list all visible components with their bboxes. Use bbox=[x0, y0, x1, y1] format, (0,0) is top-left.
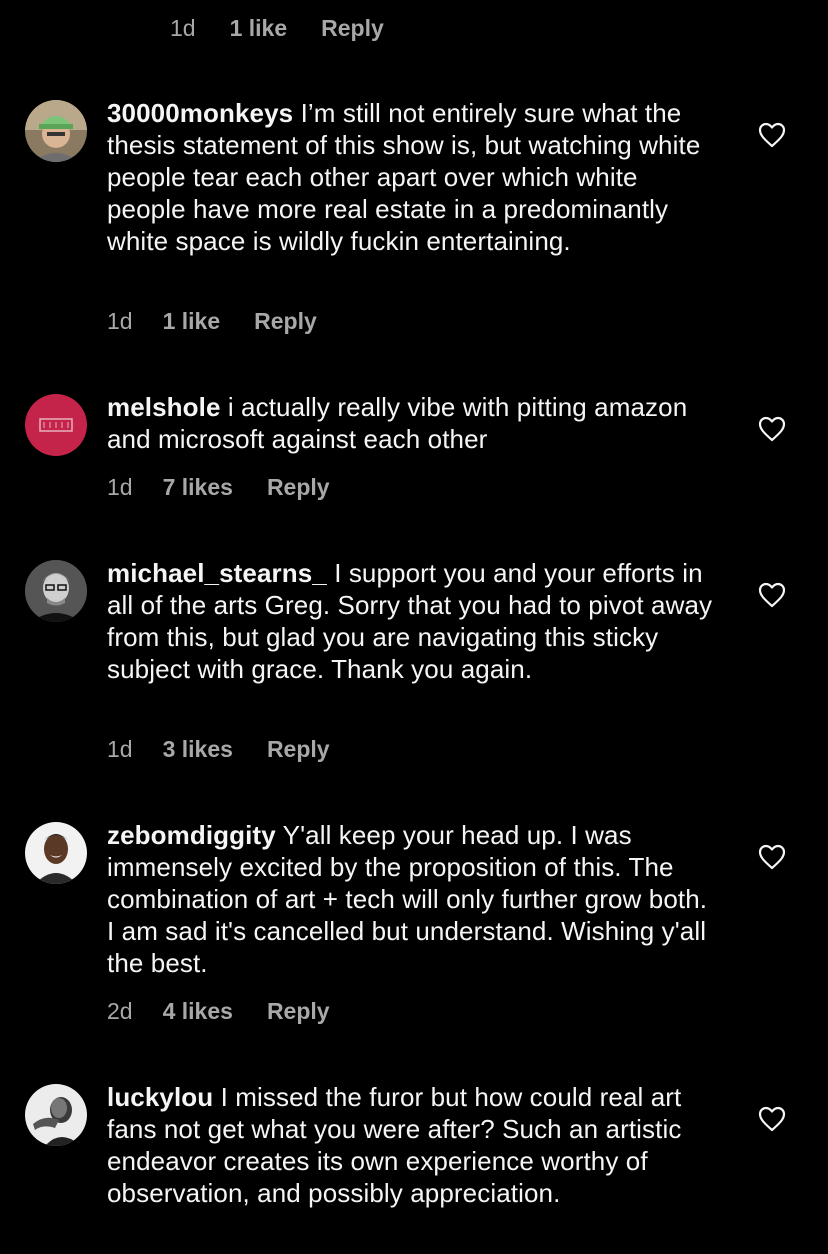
avatar[interactable] bbox=[25, 100, 87, 162]
comment-body: zebomdiggity Y'all keep your head up. I … bbox=[107, 819, 717, 979]
comment-body: melshole i actually really vibe with pit… bbox=[107, 391, 717, 455]
comment-timestamp: 1d bbox=[107, 473, 133, 500]
like-heart-icon[interactable] bbox=[758, 844, 786, 870]
comment-likes-count[interactable]: 7 likes bbox=[163, 474, 233, 501]
comment-meta: 1d 7 likes Reply bbox=[107, 472, 330, 502]
previous-comment-meta: 1d 1 like Reply bbox=[170, 8, 384, 48]
like-heart-icon[interactable] bbox=[758, 582, 786, 608]
like-heart-icon[interactable] bbox=[758, 416, 786, 442]
reply-button[interactable]: Reply bbox=[321, 15, 384, 42]
comment-timestamp: 1d bbox=[107, 735, 133, 762]
reply-button[interactable]: Reply bbox=[267, 998, 330, 1025]
comment-timestamp: 2d bbox=[107, 997, 133, 1024]
user-avatar-icon bbox=[25, 100, 87, 162]
comment-likes-count[interactable]: 4 likes bbox=[163, 998, 233, 1025]
comment-meta: 2d 4 likes Reply bbox=[107, 996, 330, 1026]
like-heart-icon[interactable] bbox=[758, 122, 786, 148]
avatar[interactable] bbox=[25, 394, 87, 456]
comment-username[interactable]: zebomdiggity bbox=[107, 820, 276, 850]
reply-button[interactable]: Reply bbox=[267, 474, 330, 501]
reply-button[interactable]: Reply bbox=[254, 308, 317, 335]
user-avatar-icon bbox=[25, 560, 87, 622]
comment-likes-count[interactable]: 1 like bbox=[163, 308, 221, 335]
user-avatar-icon bbox=[25, 1084, 87, 1146]
comment-meta: 1d 3 likes Reply bbox=[107, 734, 330, 764]
avatar[interactable] bbox=[25, 560, 87, 622]
comment-meta: 1d 1 like Reply bbox=[107, 306, 317, 336]
comment-username[interactable]: michael_stearns_ bbox=[107, 558, 327, 588]
comment-timestamp: 1d bbox=[170, 14, 196, 41]
comment-body: 30000monkeys I’m still not entirely sure… bbox=[107, 97, 717, 257]
comment-username[interactable]: melshole bbox=[107, 392, 221, 422]
comment-username[interactable]: luckylou bbox=[107, 1082, 213, 1112]
comment-likes-count[interactable]: 3 likes bbox=[163, 736, 233, 763]
comment-body: michael_stearns_ I support you and your … bbox=[107, 557, 717, 685]
avatar[interactable] bbox=[25, 1084, 87, 1146]
comment-timestamp: 1d bbox=[107, 307, 133, 334]
reply-button[interactable]: Reply bbox=[267, 736, 330, 763]
avatar[interactable] bbox=[25, 822, 87, 884]
like-heart-icon[interactable] bbox=[758, 1106, 786, 1132]
comment-body: luckylou I missed the furor but how coul… bbox=[107, 1081, 717, 1209]
user-avatar-icon bbox=[25, 394, 87, 456]
user-avatar-icon bbox=[25, 822, 87, 884]
comment-likes-count[interactable]: 1 like bbox=[230, 15, 288, 42]
comment-username[interactable]: 30000monkeys bbox=[107, 98, 293, 128]
